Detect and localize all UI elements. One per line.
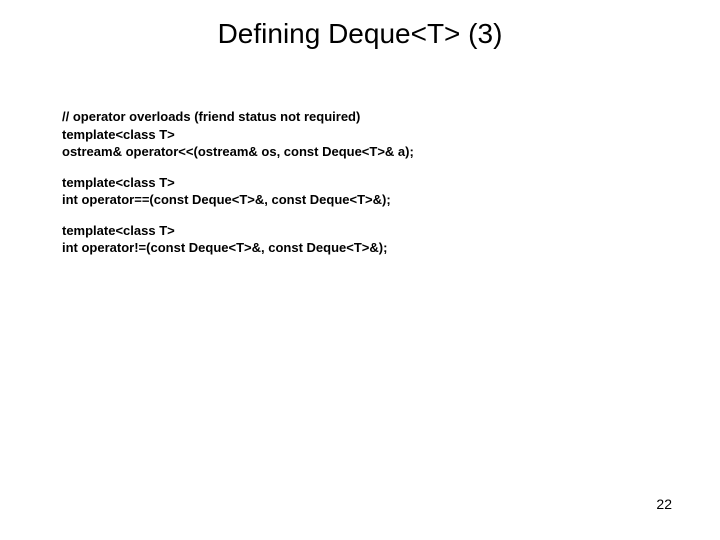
slide: Defining Deque<T> (3) // operator overlo… [0, 0, 720, 540]
code-line: template<class T> [62, 174, 658, 192]
spacer [62, 161, 658, 174]
code-body: // operator overloads (friend status not… [62, 108, 658, 257]
code-line: int operator==(const Deque<T>&, const De… [62, 191, 658, 209]
code-line: ostream& operator<<(ostream& os, const D… [62, 143, 658, 161]
code-line: template<class T> [62, 126, 658, 144]
code-line: // operator overloads (friend status not… [62, 108, 658, 126]
code-line: int operator!=(const Deque<T>&, const De… [62, 239, 658, 257]
spacer [62, 209, 658, 222]
slide-title: Defining Deque<T> (3) [0, 18, 720, 50]
page-number: 22 [656, 496, 672, 512]
code-line: template<class T> [62, 222, 658, 240]
